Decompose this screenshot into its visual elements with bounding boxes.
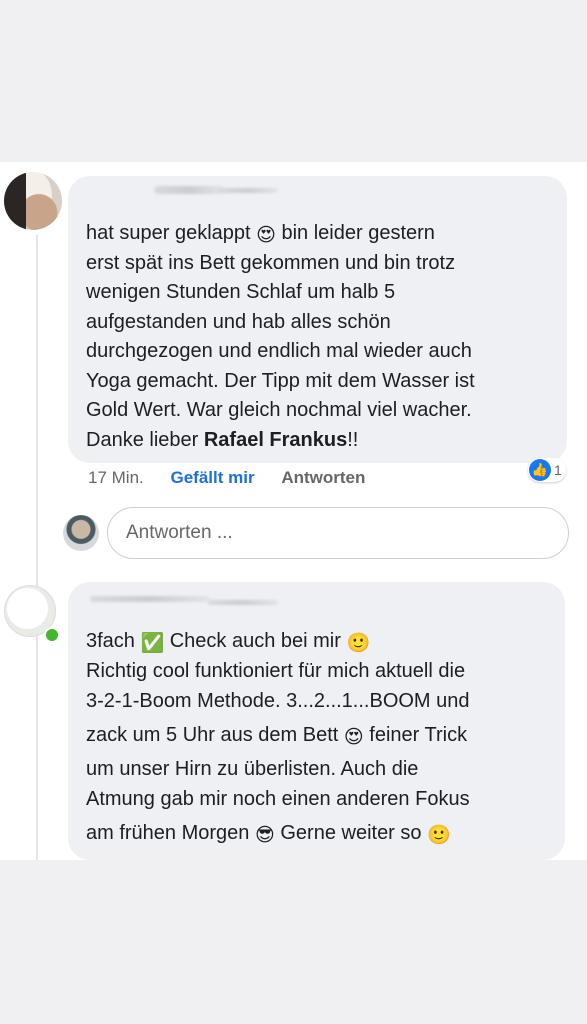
reply-button[interactable]: Antworten <box>281 468 365 487</box>
comment-text: hat super geklappt 😍 bin leider gestern … <box>86 219 555 455</box>
reaction-count: 1 <box>554 462 562 478</box>
comment-line: Gold Wert. War gleich nochmal viel wache… <box>86 399 472 421</box>
reaction-badge[interactable]: 👍 1 <box>528 458 566 482</box>
commenter-name-blurred <box>90 596 210 602</box>
comment-line: hat super geklappt 😍 bin leider gestern <box>86 222 435 246</box>
comment-line: wenigen Stunden Schlaf um halb 5 <box>86 281 396 303</box>
comment-timestamp[interactable]: 17 Min. <box>88 468 144 487</box>
sunglasses-emoji-icon: 😎 <box>254 825 275 846</box>
comment-actions: 17 Min. Gefällt mir Antworten <box>88 468 387 488</box>
reply-input[interactable] <box>108 508 568 558</box>
comment-line: Atmung gab mir noch einen anderen Fokus <box>86 788 470 810</box>
thread-line <box>36 235 38 860</box>
comment-line: zack um 5 Uhr aus dem Bett 😍 feiner Tric… <box>86 724 468 748</box>
comment-text: 3fach ✅ Check auch bei mir 🙂 Richtig coo… <box>86 626 553 852</box>
online-status-icon <box>44 627 60 643</box>
comment-line: Richtig cool funktioniert für mich aktue… <box>86 660 466 682</box>
commenter-avatar[interactable] <box>4 172 62 230</box>
thumbs-up-icon: 👍 <box>529 459 551 481</box>
current-user-avatar <box>63 515 99 551</box>
comment-line: Yoga gemacht. Der Tipp mit dem Wasser is… <box>86 369 475 392</box>
commenter-name-blurred <box>154 186 224 194</box>
comment-line: 3-2-1-Boom Methode. 3...2...1...BOOM und <box>86 690 470 712</box>
commenter-name-blurred <box>208 600 278 605</box>
comment-line: Danke lieber Rafael Frankus!! <box>86 428 359 451</box>
smile-emoji-icon: 🙂 <box>427 825 451 846</box>
commenter-name-blurred <box>218 188 278 193</box>
check-mark-emoji-icon: ✅ <box>140 633 165 654</box>
comment-bubble: hat super geklappt 😍 bin leider gestern … <box>68 176 567 463</box>
smile-emoji-icon: 🙂 <box>346 633 371 654</box>
like-button[interactable]: Gefällt mir <box>170 468 254 487</box>
reply-input-box[interactable] <box>107 507 569 559</box>
heart-eyes-emoji-icon: 😍 <box>256 225 276 246</box>
comment-line: aufgestanden und hab alles schön <box>86 310 391 333</box>
comment-bubble: 3fach ✅ Check auch bei mir 🙂 Richtig coo… <box>68 582 565 860</box>
mentioned-user-link[interactable]: Rafael Frankus <box>204 429 347 451</box>
comment-line: durchgezogen und endlich mal wieder auch <box>86 340 472 362</box>
comment-line: um unser Hirn zu überlisten. Auch die <box>86 758 419 780</box>
heart-eyes-emoji-icon: 😍 <box>343 727 364 748</box>
comment-line: am frühen Morgen 😎 Gerne weiter so 🙂 <box>86 822 451 846</box>
comment-line: 3fach ✅ Check auch bei mir 🙂 <box>86 630 371 654</box>
comment-line: erst spät ins Bett gekommen und bin trot… <box>86 251 456 274</box>
